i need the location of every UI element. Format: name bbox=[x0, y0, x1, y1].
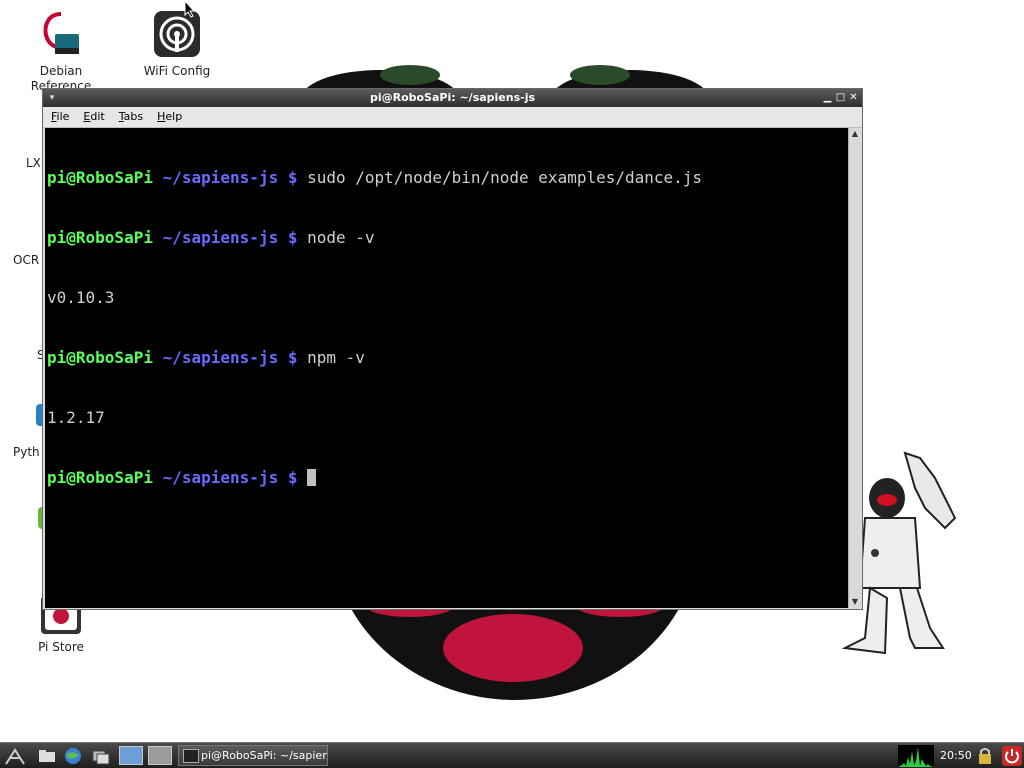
file-manager-icon[interactable] bbox=[36, 746, 58, 766]
partial-icon-label: Pyth bbox=[13, 445, 40, 459]
window-menu-icon[interactable]: ▾ bbox=[47, 93, 57, 103]
minimize-button[interactable]: ▁ bbox=[822, 89, 833, 107]
lock-screen-icon[interactable] bbox=[976, 746, 994, 766]
desktop-pager-1[interactable] bbox=[119, 746, 143, 765]
command-text: npm -v bbox=[307, 348, 365, 367]
terminal-line: v0.10.3 bbox=[47, 288, 848, 308]
text-cursor bbox=[307, 469, 317, 486]
scroll-down-icon[interactable]: ▼ bbox=[849, 596, 861, 608]
window-title: pi@RoboSaPi: ~/sapiens-js bbox=[369, 91, 536, 104]
command-text: sudo /opt/node/bin/node examples/dance.j… bbox=[307, 168, 703, 187]
desktop-icon-wifi-config[interactable]: WiFi Config bbox=[127, 10, 227, 79]
cpu-monitor-icon bbox=[898, 745, 934, 767]
web-browser-icon[interactable] bbox=[62, 746, 84, 766]
prompt-user: pi@RoboSaPi bbox=[47, 168, 153, 187]
task-label: pi@RoboSaPi: ~/sapien... bbox=[201, 749, 328, 762]
power-icon[interactable] bbox=[1002, 746, 1022, 766]
prompt-path: ~/sapiens-js $ bbox=[162, 348, 298, 367]
start-menu-icon[interactable] bbox=[4, 746, 26, 766]
menu-tabs[interactable]: Tabs bbox=[119, 107, 143, 127]
debian-reference-icon bbox=[43, 12, 79, 54]
prompt-path: ~/sapiens-js $ bbox=[162, 168, 298, 187]
terminal-line: pi@RoboSaPi ~/sapiens-js $ node -v bbox=[47, 228, 848, 248]
window-switch-icon[interactable] bbox=[90, 746, 112, 766]
partial-icon-label: LX bbox=[26, 156, 41, 170]
menu-edit[interactable]: Edit bbox=[83, 107, 104, 127]
prompt-path: ~/sapiens-js $ bbox=[162, 468, 298, 487]
output-text: 1.2.17 bbox=[47, 408, 105, 427]
terminal-line: pi@RoboSaPi ~/sapiens-js $ sudo /opt/nod… bbox=[47, 168, 848, 188]
prompt-user: pi@RoboSaPi bbox=[47, 348, 153, 367]
desktop-pager-2[interactable] bbox=[148, 746, 172, 765]
menu-file[interactable]: File bbox=[51, 107, 69, 127]
terminal-line: pi@RoboSaPi ~/sapiens-js $ bbox=[47, 468, 848, 488]
taskbar-terminal-button[interactable]: pi@RoboSaPi: ~/sapien... bbox=[178, 745, 328, 766]
terminal-line: pi@RoboSaPi ~/sapiens-js $ npm -v bbox=[47, 348, 848, 368]
terminal-window[interactable]: ▾ pi@RoboSaPi: ~/sapiens-js ▁ □ ✕ File E… bbox=[42, 88, 863, 610]
scroll-up-icon[interactable]: ▲ bbox=[849, 128, 861, 140]
icon-label: WiFi Config bbox=[143, 64, 211, 78]
partial-icon-label: OCR bbox=[13, 253, 40, 267]
terminal-line: 1.2.17 bbox=[47, 408, 848, 428]
icon-label: Debian bbox=[39, 64, 83, 78]
prompt-user: pi@RoboSaPi bbox=[47, 228, 153, 247]
icon-label: Pi Store bbox=[38, 640, 84, 654]
terminal-scrollbar[interactable]: ▲ ▼ bbox=[848, 128, 861, 608]
menu-bar: File Edit Tabs Help bbox=[43, 107, 862, 128]
maximize-button[interactable]: □ bbox=[835, 89, 846, 107]
clock[interactable]: 20:50 bbox=[940, 743, 972, 768]
prompt-user: pi@RoboSaPi bbox=[47, 468, 153, 487]
desktop: Debian Reference WiFi Config LX OCR S Py… bbox=[0, 0, 1024, 742]
menu-help[interactable]: Help bbox=[157, 107, 182, 127]
terminal-icon bbox=[183, 749, 199, 763]
output-text: v0.10.3 bbox=[47, 288, 115, 307]
prompt-path: ~/sapiens-js $ bbox=[162, 228, 298, 247]
desktop-icon-debian-reference[interactable]: Debian Reference bbox=[11, 10, 111, 94]
window-titlebar[interactable]: ▾ pi@RoboSaPi: ~/sapiens-js ▁ □ ✕ bbox=[43, 89, 862, 107]
command-text: node -v bbox=[307, 228, 375, 247]
mouse-pointer-icon bbox=[184, 0, 196, 18]
close-button[interactable]: ✕ bbox=[848, 89, 859, 107]
terminal-output[interactable]: pi@RoboSaPi ~/sapiens-js $ sudo /opt/nod… bbox=[45, 128, 848, 608]
taskbar: pi@RoboSaPi: ~/sapien... 20:50 bbox=[0, 742, 1024, 768]
